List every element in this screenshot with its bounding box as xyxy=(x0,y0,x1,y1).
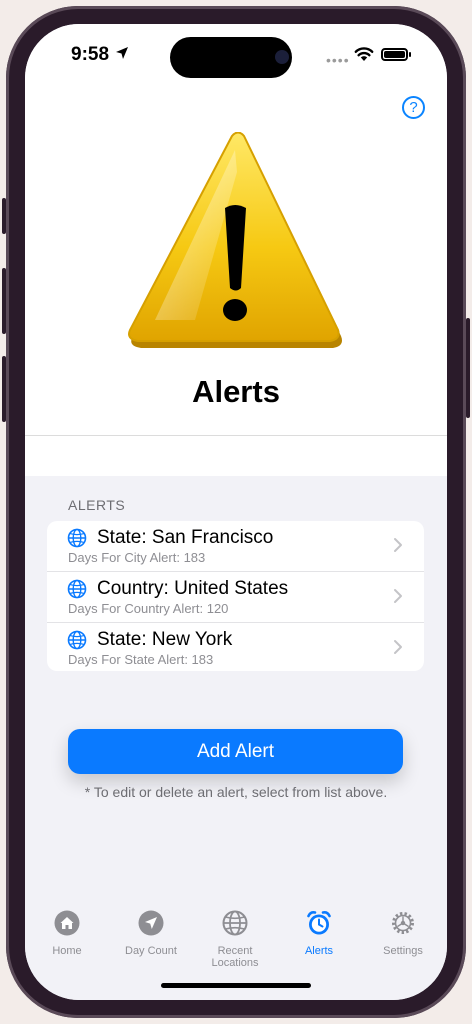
alert-row[interactable]: Country: United States Days For Country … xyxy=(47,571,424,622)
alarm-clock-icon xyxy=(307,911,331,935)
tab-label: Alerts xyxy=(304,945,334,957)
volume-down-button xyxy=(2,356,6,422)
volume-up-button xyxy=(2,268,6,334)
alert-subtitle: Days For Country Alert: 120 xyxy=(68,601,229,616)
alert-title: State: San Francisco xyxy=(97,527,274,548)
battery-icon xyxy=(381,48,408,61)
alert-subtitle: Days For State Alert: 183 xyxy=(68,652,214,667)
wifi-icon xyxy=(354,47,374,61)
status-time: 9:58 xyxy=(71,44,110,65)
battery-tip xyxy=(409,52,411,57)
header-divider xyxy=(25,435,447,436)
chevron-right-icon xyxy=(394,640,402,654)
tab-recent-locations[interactable]: Recent Locations xyxy=(193,910,277,969)
tab-label: Recent Locations xyxy=(211,945,259,969)
gear-icon xyxy=(392,912,414,934)
alert-title: Country: United States xyxy=(97,578,289,599)
tab-day-count[interactable]: Day Count xyxy=(109,910,193,957)
add-alert-button[interactable]: Add Alert xyxy=(68,729,403,774)
tab-label: Home xyxy=(52,945,82,957)
chevron-right-icon xyxy=(394,589,402,603)
side-button xyxy=(2,198,6,234)
camera-icon xyxy=(275,50,289,64)
tab-home[interactable]: Home xyxy=(25,910,109,957)
page-title: Alerts xyxy=(192,374,280,409)
globe-icon xyxy=(67,630,87,650)
alerts-section-header: ALERTS xyxy=(68,497,126,513)
screen: 9:58 •••• ? Alerts ALERTS State: San Fra… xyxy=(25,24,447,1000)
globe-icon xyxy=(67,528,87,548)
tab-label: Settings xyxy=(383,945,423,957)
warning-triangle-icon xyxy=(128,132,342,348)
alert-subtitle: Days For City Alert: 183 xyxy=(68,550,206,565)
dynamic-island xyxy=(170,37,292,78)
power-button xyxy=(466,318,470,418)
globe-icon xyxy=(222,910,248,936)
location-arrow-icon xyxy=(138,910,164,936)
tab-settings[interactable]: Settings xyxy=(361,910,445,957)
edit-hint-text: * To edit or delete an alert, select fro… xyxy=(84,784,388,800)
alert-row[interactable]: State: San Francisco Days For City Alert… xyxy=(47,521,424,571)
signal-dots: •••• xyxy=(326,52,350,68)
tab-label: Day Count xyxy=(125,945,177,957)
home-indicator xyxy=(161,983,311,988)
alerts-list: State: San Francisco Days For City Alert… xyxy=(47,521,424,671)
alert-row[interactable]: State: New York Days For State Alert: 18… xyxy=(47,622,424,671)
location-arrow-icon xyxy=(116,47,128,59)
alert-title: State: New York xyxy=(97,629,233,650)
chevron-right-icon xyxy=(394,538,402,552)
help-button[interactable]: ? xyxy=(402,96,425,119)
tab-alerts[interactable]: Alerts xyxy=(277,910,361,957)
house-icon xyxy=(54,910,80,936)
globe-icon xyxy=(67,579,87,599)
